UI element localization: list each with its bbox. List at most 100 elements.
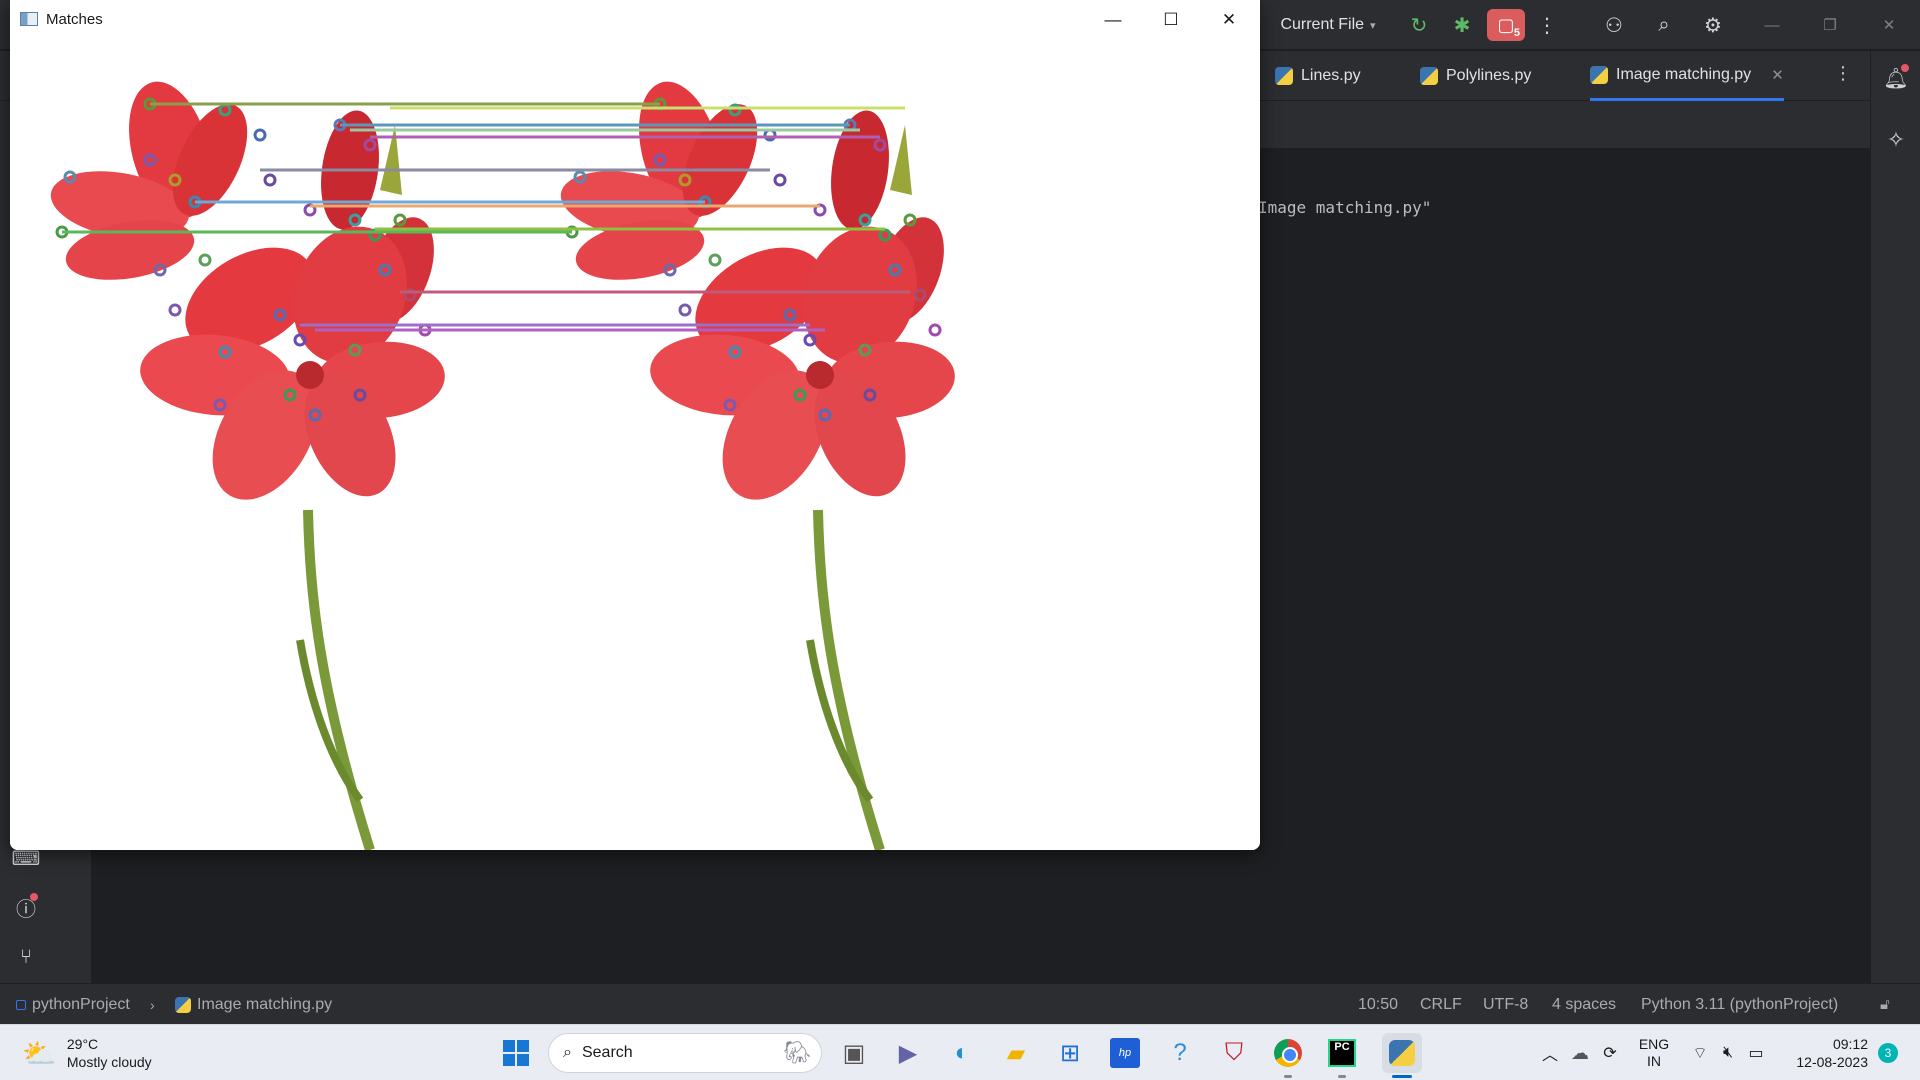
chevron-down-icon: ▾ — [1370, 19, 1376, 32]
windows-logo-icon — [503, 1040, 529, 1066]
language-code: ENG — [1638, 1036, 1670, 1052]
indent-setting[interactable]: 4 spaces — [1552, 984, 1616, 1025]
breadcrumb-separator-icon: › — [150, 996, 155, 1013]
breadcrumb-project[interactable]: pythonProject — [16, 984, 130, 1025]
clock-date: 12-08-2023 — [1796, 1054, 1868, 1070]
rerun-icon[interactable]: ↻ — [1402, 9, 1436, 41]
project-name: pythonProject — [32, 995, 130, 1013]
search-highlight-elephant-icon: 🐘︎ — [783, 1040, 811, 1065]
matches-image — [10, 40, 1260, 850]
breadcrumb-file[interactable]: Image matching.py — [175, 984, 332, 1025]
ide-status-bar: pythonProject › Image matching.py 10:50 … — [0, 983, 1920, 1024]
ide-close-button[interactable]: ✕ — [1866, 9, 1912, 41]
tab-polylines-py[interactable]: Polylines.py — [1420, 51, 1531, 101]
right-flower-image — [556, 73, 959, 850]
get-help-icon[interactable]: ? — [1160, 1033, 1200, 1073]
notification-center[interactable]: 3 — [1876, 1035, 1900, 1071]
show-hidden-icons-chevron-icon[interactable]: ︿ — [1540, 1035, 1560, 1071]
gear-icon[interactable]: ⚙ — [1696, 9, 1730, 41]
myhp-logo: hp — [1110, 1038, 1140, 1068]
close-button[interactable]: ✕ — [1200, 0, 1258, 40]
file-encoding[interactable]: UTF-8 — [1483, 984, 1528, 1025]
pycharm-logo: PC — [1328, 1039, 1356, 1067]
tab-label: Polylines.py — [1446, 67, 1532, 84]
taskbar-search-box[interactable]: ⌕ Search 🐘︎ — [548, 1033, 822, 1073]
microsoft-store-icon[interactable]: ⊞ — [1050, 1033, 1090, 1073]
running-indicator — [1284, 1075, 1292, 1078]
sync-icon[interactable]: ⟳ — [1598, 1035, 1622, 1071]
close-tab-icon[interactable]: ✕ — [1771, 66, 1784, 84]
tab-image-matching-py[interactable]: Image matching.py ✕ — [1590, 51, 1784, 101]
matches-window: Matches — ☐ ✕ — [10, 0, 1260, 850]
region-code: IN — [1647, 1053, 1661, 1069]
tabs-more-icon[interactable]: ⋮ — [1834, 63, 1852, 84]
debug-icon[interactable]: ✱ — [1445, 9, 1479, 41]
search-label: Search — [581, 1044, 633, 1061]
python-file-icon — [1420, 67, 1438, 85]
line-separator[interactable]: CRLF — [1420, 984, 1462, 1025]
search-icon[interactable]: ⌕ — [1647, 9, 1681, 41]
caret-position[interactable]: 10:50 — [1358, 984, 1398, 1025]
maximize-button[interactable]: ☐ — [1142, 0, 1200, 40]
myhp-icon[interactable]: hp — [1105, 1033, 1145, 1073]
search-icon: ⌕ — [563, 1044, 572, 1061]
stop-processes-button[interactable]: ▢ 5 — [1487, 9, 1525, 41]
chrome-icon[interactable] — [1268, 1033, 1308, 1078]
python-file-icon — [1590, 65, 1608, 84]
mcafee-icon[interactable]: ⛉ — [1214, 1033, 1254, 1073]
partly-cloudy-icon: ⛅ — [22, 1037, 57, 1069]
python-file-icon — [1275, 67, 1293, 85]
file-explorer-icon[interactable]: ▰ — [996, 1033, 1036, 1073]
onedrive-cloud-icon[interactable]: ☁ — [1568, 1035, 1592, 1071]
editor-visible-text: Image matching.py" — [1258, 198, 1432, 217]
windows-taskbar: ⛅ 29°C Mostly cloudy ⌕ Search 🐘︎ ▣ ▶ ◐ ▰… — [0, 1024, 1920, 1080]
ide-minimize-button[interactable]: — — [1749, 9, 1795, 41]
read-only-lock-icon[interactable]: 🔓︎ — [1880, 984, 1890, 1025]
notification-count-badge: 3 — [1878, 1043, 1898, 1063]
battery-icon[interactable]: ▭ — [1744, 1035, 1768, 1071]
right-tool-strip: 🔔︎ ✧ — [1870, 51, 1920, 983]
tab-label: Lines.py — [1301, 67, 1361, 84]
python-logo — [1389, 1040, 1415, 1066]
task-view-icon[interactable]: ▣ — [834, 1033, 874, 1073]
edge-browser-icon[interactable]: ◐ — [942, 1033, 982, 1073]
run-configuration-label: Current File — [1280, 16, 1365, 33]
running-process-count: 5 — [1513, 27, 1520, 39]
weather-text: 29°C Mostly cloudy — [67, 1035, 152, 1071]
system-clock[interactable]: 09:12 12-08-2023 — [1782, 1035, 1868, 1071]
start-button[interactable] — [496, 1033, 536, 1073]
python-interpreter[interactable]: Python 3.11 (pythonProject) — [1641, 984, 1838, 1025]
problems-icon[interactable]: ⓘ — [10, 891, 42, 923]
matches-image-svg — [10, 40, 1260, 850]
tab-label: Image matching.py — [1616, 65, 1752, 83]
running-indicator — [1338, 1075, 1346, 1078]
active-indicator — [1392, 1075, 1412, 1078]
code-with-me-icon[interactable]: ⚇ — [1597, 9, 1631, 41]
wifi-icon[interactable]: ⌔ — [1688, 1035, 1712, 1071]
weather-condition: Mostly cloudy — [66, 1054, 152, 1070]
ide-restore-button[interactable]: ❐ — [1807, 9, 1853, 41]
run-configuration-selector[interactable]: Current File ▾ — [1268, 9, 1388, 41]
chrome-logo — [1274, 1039, 1302, 1067]
weather-temperature: 29°C — [66, 1036, 99, 1052]
teams-chat-icon[interactable]: ▶ — [888, 1033, 928, 1073]
notifications-bell-icon[interactable]: 🔔︎ — [1879, 61, 1913, 95]
more-actions-icon[interactable]: ⋮ — [1530, 9, 1564, 41]
notification-badge — [1901, 64, 1909, 72]
git-icon[interactable]: ⑂ — [10, 941, 42, 973]
project-icon — [16, 999, 26, 1010]
input-language[interactable]: ENG IN — [1632, 1035, 1676, 1071]
left-flower-image — [46, 73, 449, 850]
python-app-icon[interactable] — [1382, 1033, 1422, 1078]
window-title: Matches — [46, 11, 103, 28]
stop-icon: ▢ — [1497, 14, 1515, 35]
clock-time: 09:12 — [1832, 1036, 1868, 1052]
ai-assistant-icon[interactable]: ✧ — [1879, 123, 1913, 157]
opencv-window-icon — [20, 12, 38, 26]
minimize-button[interactable]: — — [1084, 0, 1142, 40]
speaker-muted-icon[interactable]: 🔇︎ — [1716, 1035, 1740, 1071]
pycharm-icon[interactable]: PC — [1322, 1033, 1362, 1078]
matches-titlebar[interactable]: Matches — ☐ ✕ — [10, 0, 1260, 40]
tab-lines-py[interactable]: Lines.py — [1275, 51, 1361, 101]
weather-widget[interactable]: ⛅ 29°C Mostly cloudy — [22, 1031, 152, 1075]
